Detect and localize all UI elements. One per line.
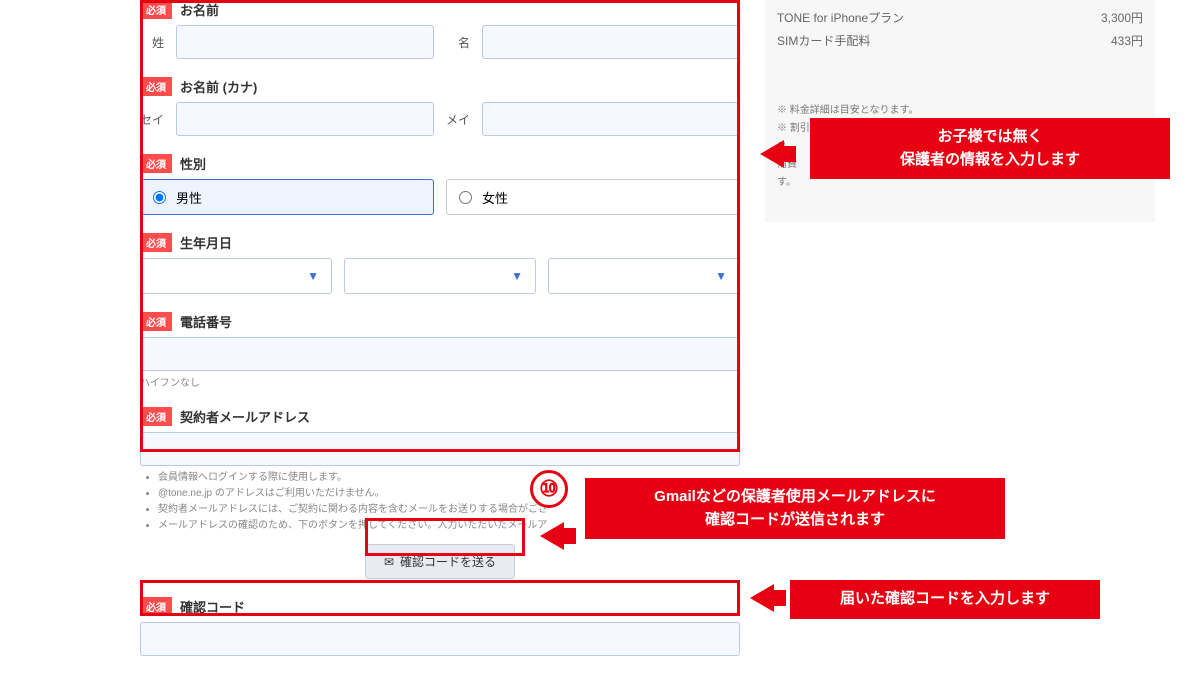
select-day[interactable]: ▼ [548,258,740,294]
side-item-price: 433円 [1111,32,1143,49]
select-year[interactable]: ▼ [140,258,332,294]
arrow-left-icon [760,140,784,168]
required-badge: 必須 [140,154,172,173]
input-kana-mei[interactable] [482,102,740,136]
label-confirm-code: 確認コード [180,597,245,616]
side-item-name: TONE for iPhoneプラン [777,9,904,26]
callout-bottom: 届いた確認コードを入力します [790,580,1100,619]
radio-female[interactable]: 女性 [446,179,740,215]
label-kana: お名前 (カナ) [180,77,257,96]
callout-top: お子様では無く 保護者の情報を入力します [810,118,1170,179]
callout-line: お子様では無く [824,126,1156,149]
label-kana-mei: メイ [446,111,470,128]
required-badge: 必須 [140,597,172,616]
required-badge: 必須 [140,312,172,331]
side-item-name: SIMカード手配料 [777,32,870,49]
radio-male[interactable]: 男性 [140,179,434,215]
price-sidebar: TONE for iPhoneプラン 3,300円 SIMカード手配料 433円… [765,0,1155,222]
side-row: TONE for iPhoneプラン 3,300円 [777,6,1143,29]
required-badge: 必須 [140,0,172,19]
required-badge: 必須 [140,77,172,96]
arrow-left-icon [750,584,774,612]
arrow-left-icon [540,522,564,550]
radio-male-label: 男性 [176,188,202,207]
input-kana-sei[interactable] [176,102,434,136]
input-phone[interactable] [140,337,740,371]
label-gender: 性別 [180,154,206,173]
chevron-down-icon: ▼ [307,269,319,283]
label-dob: 生年月日 [180,233,232,252]
side-item-price: 3,300円 [1101,9,1143,26]
envelope-icon: ✉ [384,555,394,569]
input-email[interactable] [140,432,740,466]
callout-line: 保護者の情報を入力します [824,149,1156,172]
required-badge: 必須 [140,233,172,252]
input-confirm-code[interactable] [140,622,740,656]
label-sei: 姓 [140,34,164,51]
step-number-badge: ⑩ [530,470,568,508]
field-phone: 必須 電話番号 ハイフンなし [140,312,740,389]
label-email: 契約者メールアドレス [180,407,310,426]
field-name: 必須 お名前 姓 名 [140,0,740,59]
field-kana: 必須 お名前 (カナ) セイ メイ [140,77,740,136]
input-sei[interactable] [176,25,434,59]
send-code-label: 確認コードを送る [400,553,496,570]
radio-female-input[interactable] [459,191,472,204]
input-mei[interactable] [482,25,740,59]
label-mei: 名 [446,34,470,51]
select-month[interactable]: ▼ [344,258,536,294]
side-row: SIMカード手配料 433円 [777,29,1143,52]
radio-male-input[interactable] [153,191,166,204]
chevron-down-icon: ▼ [511,269,523,283]
label-phone: 電話番号 [180,312,232,331]
radio-female-label: 女性 [482,188,508,207]
send-code-button[interactable]: ✉ 確認コードを送る [365,544,515,579]
field-gender: 必須 性別 男性 女性 [140,154,740,215]
callout-mid: Gmailなどの保護者使用メールアドレスに 確認コードが送信されます [585,478,1005,539]
callout-line: Gmailなどの保護者使用メールアドレスに [599,486,991,509]
chevron-down-icon: ▼ [715,269,727,283]
callout-line: 届いた確認コードを入力します [840,590,1050,607]
required-badge: 必須 [140,407,172,426]
field-confirm-code: 必須 確認コード [140,597,740,656]
callout-line: 確認コードが送信されます [599,509,991,532]
label-name: お名前 [180,0,219,19]
form-main: 必須 お名前 姓 名 必須 お名前 (カナ) セイ メイ 必須 性別 [140,0,740,674]
helper-phone: ハイフンなし [140,374,740,389]
field-dob: 必須 生年月日 ▼ ▼ ▼ [140,233,740,294]
label-kana-sei: セイ [140,111,164,128]
